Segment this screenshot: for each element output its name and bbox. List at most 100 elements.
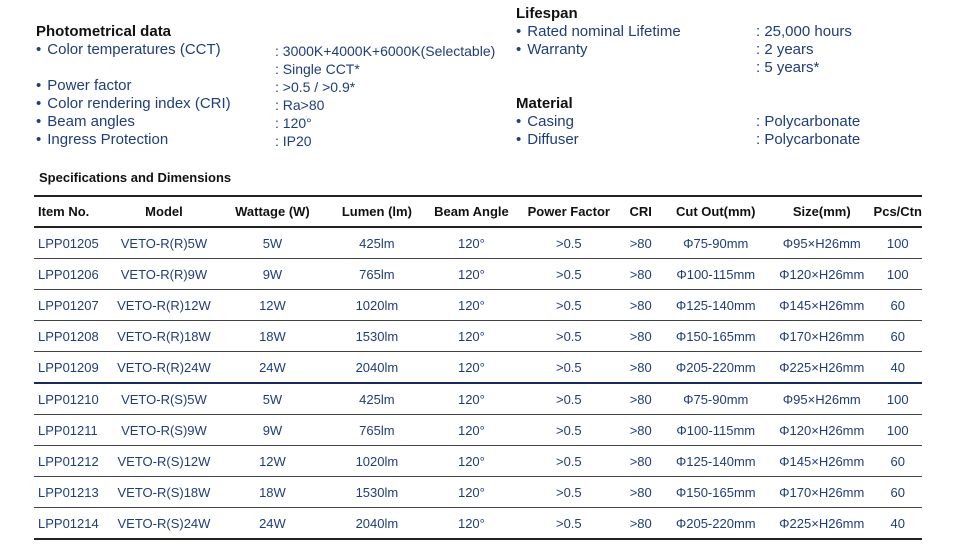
cell-model: VETO-R(S)18W xyxy=(111,476,217,508)
cell-beam-angle: 120° xyxy=(425,320,518,352)
table-row: LPP01208 VETO-R(R)18W 18W 1530lm 120° >0.5 >80… xyxy=(34,320,922,352)
cell-model: VETO-R(R)18W xyxy=(111,320,217,352)
bullet-icon: • xyxy=(36,113,42,130)
cell-item-no: LPP01210 xyxy=(34,383,112,415)
cell-item-no: LPP01209 xyxy=(34,351,112,384)
material-value-casing: : Polycarbonate xyxy=(756,113,861,130)
spec-table-header-row: Item No. Model Wattage (W) Lumen (lm) Be… xyxy=(34,195,922,228)
lifespan-value-warranty: : 2 years xyxy=(756,41,814,58)
bullet-icon: • xyxy=(516,113,522,130)
column-header-beam-angle: Beam Angle xyxy=(425,195,518,228)
cell-wattage: 5W xyxy=(216,227,329,259)
bullet-icon: • xyxy=(516,23,522,40)
cell-item-no: LPP01212 xyxy=(34,445,112,477)
cell-model: VETO-R(R)5W xyxy=(111,227,217,259)
material-value-diffuser: : Polycarbonate xyxy=(756,131,861,148)
cell-cri: >80 xyxy=(619,351,662,384)
table-row: LPP01211 VETO-R(S)9W 9W 765lm 120° >0.5 >80 Φ10… xyxy=(34,414,922,446)
cell-wattage: 18W xyxy=(216,320,329,352)
cell-power-factor: >0.5 xyxy=(517,383,620,415)
cell-cut-out: Φ75-90mm xyxy=(661,227,771,259)
cell-cri: >80 xyxy=(619,258,662,290)
cell-cut-out: Φ205-220mm xyxy=(661,351,771,384)
column-header-cut-out: Cut Out(mm) xyxy=(661,195,771,228)
cell-pcs-ctn: 100 xyxy=(873,258,922,290)
table-row: LPP01210 VETO-R(S)5W 5W 425lm 120° >0.5 >80 Φ75… xyxy=(34,383,922,415)
cell-cri: >80 xyxy=(619,227,662,259)
lifespan-item-lifetime: • Rated nominal Lifetime xyxy=(516,23,681,40)
column-header-item-no: Item No. xyxy=(34,195,112,228)
cell-cut-out: Φ125-140mm xyxy=(661,445,771,477)
lifespan-item-warranty: • Warranty xyxy=(516,41,588,58)
cell-item-no: LPP01205 xyxy=(34,227,112,259)
cell-cri: >80 xyxy=(619,289,662,321)
bullet-icon: • xyxy=(516,41,522,58)
bullet-icon: • xyxy=(36,41,42,58)
cell-item-no: LPP01214 xyxy=(34,507,112,540)
cell-cri: >80 xyxy=(619,445,662,477)
cell-power-factor: >0.5 xyxy=(517,507,620,540)
table-row: LPP01206 VETO-R(R)9W 9W 765lm 120° >0.5 >80 Φ10… xyxy=(34,258,922,290)
photometric-value-beam-angles: : 120° xyxy=(275,115,312,131)
cell-power-factor: >0.5 xyxy=(517,320,620,352)
cell-model: VETO-R(S)12W xyxy=(111,445,217,477)
cell-cut-out: Φ150-165mm xyxy=(661,320,771,352)
cell-size: Φ145×H26mm xyxy=(770,289,874,321)
column-header-cri: CRI xyxy=(619,195,662,228)
cell-beam-angle: 120° xyxy=(425,289,518,321)
cell-model: VETO-R(R)9W xyxy=(111,258,217,290)
cell-power-factor: >0.5 xyxy=(517,258,620,290)
cell-wattage: 9W xyxy=(216,414,329,446)
spec-table-body: LPP01205 VETO-R(R)5W 5W 425lm 120° >0.5 >80 Φ75… xyxy=(34,227,922,540)
column-header-lumen: Lumen (lm) xyxy=(328,195,426,228)
cell-pcs-ctn: 100 xyxy=(873,383,922,415)
photometric-value-cct: : 3000K+4000K+6000K(Selectable) xyxy=(275,43,496,59)
cell-beam-angle: 120° xyxy=(425,258,518,290)
cell-power-factor: >0.5 xyxy=(517,289,620,321)
cell-cut-out: Φ100-115mm xyxy=(661,414,771,446)
cell-power-factor: >0.5 xyxy=(517,445,620,477)
material-item-diffuser: • Diffuser xyxy=(516,131,579,148)
photometric-value-ingress: : IP20 xyxy=(275,133,312,149)
cell-model: VETO-R(S)5W xyxy=(111,383,217,415)
cell-pcs-ctn: 40 xyxy=(873,351,922,384)
photometric-item-cct: • Color temperatures (CCT) xyxy=(36,41,221,58)
spec-table: Item No. Model Wattage (W) Lumen (lm) Be… xyxy=(34,195,922,540)
cell-size: Φ145×H26mm xyxy=(770,445,874,477)
cell-lumen: 1020lm xyxy=(328,445,426,477)
table-row: LPP01205 VETO-R(R)5W 5W 425lm 120° >0.5 >80 Φ75… xyxy=(34,227,922,259)
cell-wattage: 12W xyxy=(216,289,329,321)
bullet-icon: • xyxy=(516,131,522,148)
cell-cri: >80 xyxy=(619,476,662,508)
table-row: LPP01213 VETO-R(S)18W 18W 1530lm 120° >0.5 >80… xyxy=(34,476,922,508)
cell-size: Φ170×H26mm xyxy=(770,320,874,352)
cell-item-no: LPP01213 xyxy=(34,476,112,508)
cell-cut-out: Φ75-90mm xyxy=(661,383,771,415)
bullet-icon: • xyxy=(36,77,42,94)
photometric-item-cri: • Color rendering index (CRI) xyxy=(36,95,231,112)
cell-cri: >80 xyxy=(619,507,662,540)
cell-model: VETO-R(S)9W xyxy=(111,414,217,446)
cell-cri: >80 xyxy=(619,383,662,415)
cell-item-no: LPP01206 xyxy=(34,258,112,290)
photometric-value-cct-single: : Single CCT* xyxy=(275,61,360,77)
cell-beam-angle: 120° xyxy=(425,383,518,415)
photometric-item-power-factor: • Power factor xyxy=(36,77,132,94)
cell-model: VETO-R(R)12W xyxy=(111,289,217,321)
table-row: LPP01207 VETO-R(R)12W 12W 1020lm 120° >0.5 >80… xyxy=(34,289,922,321)
cell-wattage: 5W xyxy=(216,383,329,415)
table-row: LPP01209 VETO-R(R)24W 24W 2040lm 120° >0.5 >80… xyxy=(34,351,922,384)
cell-pcs-ctn: 100 xyxy=(873,227,922,259)
photometric-item-beam-angles: • Beam angles xyxy=(36,113,135,130)
cell-power-factor: >0.5 xyxy=(517,351,620,384)
cell-size: Φ225×H26mm xyxy=(770,351,874,384)
lifespan-title: Lifespan xyxy=(516,5,578,22)
cell-lumen: 1530lm xyxy=(328,320,426,352)
cell-cut-out: Φ100-115mm xyxy=(661,258,771,290)
cell-beam-angle: 120° xyxy=(425,227,518,259)
cell-beam-angle: 120° xyxy=(425,351,518,384)
photometric-title: Photometrical data xyxy=(36,23,172,40)
spec-table-title: Specifications and Dimensions xyxy=(39,170,232,185)
cell-pcs-ctn: 60 xyxy=(873,476,922,508)
cell-lumen: 1530lm xyxy=(328,476,426,508)
